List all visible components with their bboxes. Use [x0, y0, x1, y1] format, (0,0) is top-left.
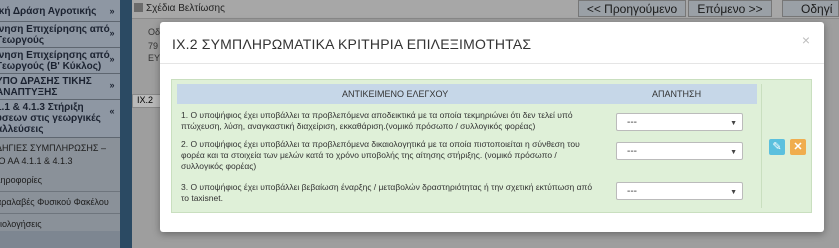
bg-field-value: 79: [148, 41, 159, 51]
top-toolbar: Σχέδια Βελτίωσης << Προηγούμενο Επόμενο …: [132, 0, 839, 19]
sidebar-divider: [120, 0, 132, 248]
home-icon[interactable]: [134, 3, 143, 12]
guide-button[interactable]: Οδηγί: [782, 0, 839, 17]
chevron-double-down-icon[interactable]: »: [107, 80, 117, 90]
answer-select[interactable]: --- ▼: [616, 142, 743, 160]
answer-select[interactable]: --- ▼: [616, 182, 743, 200]
sidebar-subitem-info[interactable]: ληροφορίες: [0, 174, 120, 187]
divider: [160, 63, 824, 64]
sidebar-item-label: ινηση Επιχείρησης από Γεωργούς: [0, 24, 110, 46]
chevron-double-down-icon[interactable]: »: [107, 6, 117, 16]
edit-icon: ✎: [772, 141, 782, 153]
select-value: ---: [627, 186, 637, 197]
sidebar-item-young-farmers[interactable]: ινηση Επιχείρησης από Γεωργούς »: [0, 22, 120, 48]
sidebar-subitem-receipts[interactable]: αραλαβές Φυσικού Φακέλου: [0, 191, 120, 209]
edit-button[interactable]: ✎: [769, 139, 785, 155]
criterion-text: 1. Ο υποψήφιος έχει υποβάλλει τα προβλεπ…: [181, 110, 573, 131]
sidebar-item-label: 1.1 & 4.1.3 Στήριξη ύσεων στις γεωργικές…: [0, 102, 101, 135]
caret-down-icon: ▼: [730, 189, 737, 196]
chevron-double-down-icon[interactable]: »: [107, 54, 117, 64]
sidebar-subitem-instructions-cont[interactable]: ΙΟ ΑΑ 4.1.1 & 4.1.3: [0, 155, 120, 168]
sidebar-submenu: ΔΗΓΙΕΣ ΣΥΜΠΛΗΡΩΣΗΣ – ΙΟ ΑΑ 4.1.1 & 4.1.3…: [0, 138, 120, 231]
column-header-subject: ΑΝΤΙΚΕΙΜΕΝΟ ΕΛΕΓΧΟΥ: [342, 89, 449, 99]
sidebar-item-agri-action[interactable]: ική Δράση Αγροτικής »: [0, 0, 120, 22]
close-icon[interactable]: ×: [802, 32, 810, 48]
sidebar-subitem-evaluations[interactable]: ξιολογήσεις: [0, 213, 120, 231]
caret-down-icon: ▼: [730, 120, 737, 127]
chevron-double-down-icon[interactable]: »: [107, 28, 117, 38]
sidebar-item-action-type[interactable]: ΥΠΟ ΔΡΑΣΗΣ ΤΙΚΗΣ ΑΝΑΠΤΥΞΗΣ »: [0, 74, 120, 100]
sidebar-item-label: ΥΠΟ ΔΡΑΣΗΣ ΤΙΚΗΣ ΑΝΑΠΤΥΞΗΣ: [0, 76, 92, 98]
sidebar: ική Δράση Αγροτικής » ινηση Επιχείρησης …: [0, 0, 120, 248]
table-row: 3. Ο υποψήφιος έχει υποβάλλει βεβαίωση έ…: [181, 182, 757, 206]
select-value: ---: [627, 117, 637, 128]
close-icon: ✕: [793, 141, 803, 153]
delete-button[interactable]: ✕: [790, 139, 806, 155]
previous-button[interactable]: << Προηγούμενο: [578, 0, 686, 17]
modal-title: ΙΧ.2 ΣΥΜΠΛΗΡΩΜΑΤΙΚΑ ΚΡΙΤΗΡΙΑ ΕΠΙΛΕΞΙΜΟΤΗ…: [172, 36, 532, 52]
sidebar-item-young-farmers-b[interactable]: ινηση Επιχείρησης από Γεωργούς (Β' Κύκλο…: [0, 48, 120, 74]
criterion-text: 3. Ο υποψήφιος έχει υποβάλλει βεβαίωση έ…: [181, 182, 593, 203]
sidebar-item-label: ική Δράση Αγροτικής: [0, 6, 97, 17]
criteria-panel: ΑΝΤΙΚΕΙΜΕΝΟ ΕΛΕΓΧΟΥ ΑΠΑΝΤΗΣΗ 1. Ο υποψήφ…: [171, 79, 812, 213]
sidebar-item-label: ινηση Επιχείρησης από Γεωργούς (Β' Κύκλο…: [0, 50, 110, 72]
bg-field-value: ΕΥ: [148, 53, 161, 63]
next-button[interactable]: Επόμενο >>: [688, 0, 772, 17]
table-header: ΑΝΤΙΚΕΙΜΕΝΟ ΕΛΕΓΧΟΥ ΑΠΑΝΤΗΣΗ: [177, 84, 757, 104]
toolbar-title: Σχέδια Βελτίωσης: [146, 3, 225, 14]
table-row: 2. Ο υποψήφιος έχει υποβάλλει τα προβλεπ…: [181, 139, 757, 173]
criterion-text: 2. Ο υποψήφιος έχει υποβάλλει τα προβλεπ…: [181, 139, 580, 171]
chevron-double-up-icon[interactable]: «: [107, 106, 117, 116]
sidebar-item-support-investments[interactable]: 1.1 & 4.1.3 Στήριξη ύσεων στις γεωργικές…: [0, 100, 120, 138]
criteria-modal: ΙΧ.2 ΣΥΜΠΛΗΡΩΜΑΤΙΚΑ ΚΡΙΤΗΡΙΑ ΕΠΙΛΕΞΙΜΟΤΗ…: [160, 22, 824, 232]
column-header-answer: ΑΠΑΝΤΗΣΗ: [652, 89, 702, 99]
criteria-table: ΑΝΤΙΚΕΙΜΕΝΟ ΕΛΕΓΧΟΥ ΑΠΑΝΤΗΣΗ 1. Ο υποψήφ…: [177, 84, 762, 208]
caret-down-icon: ▼: [730, 149, 737, 156]
select-value: ---: [627, 146, 637, 157]
answer-select[interactable]: --- ▼: [616, 113, 743, 131]
sidebar-subitem-instructions[interactable]: ΔΗΓΙΕΣ ΣΥΜΠΛΗΡΩΣΗΣ –: [0, 142, 120, 155]
table-row: 1. Ο υποψήφιος έχει υποβάλλει τα προβλεπ…: [181, 110, 757, 134]
